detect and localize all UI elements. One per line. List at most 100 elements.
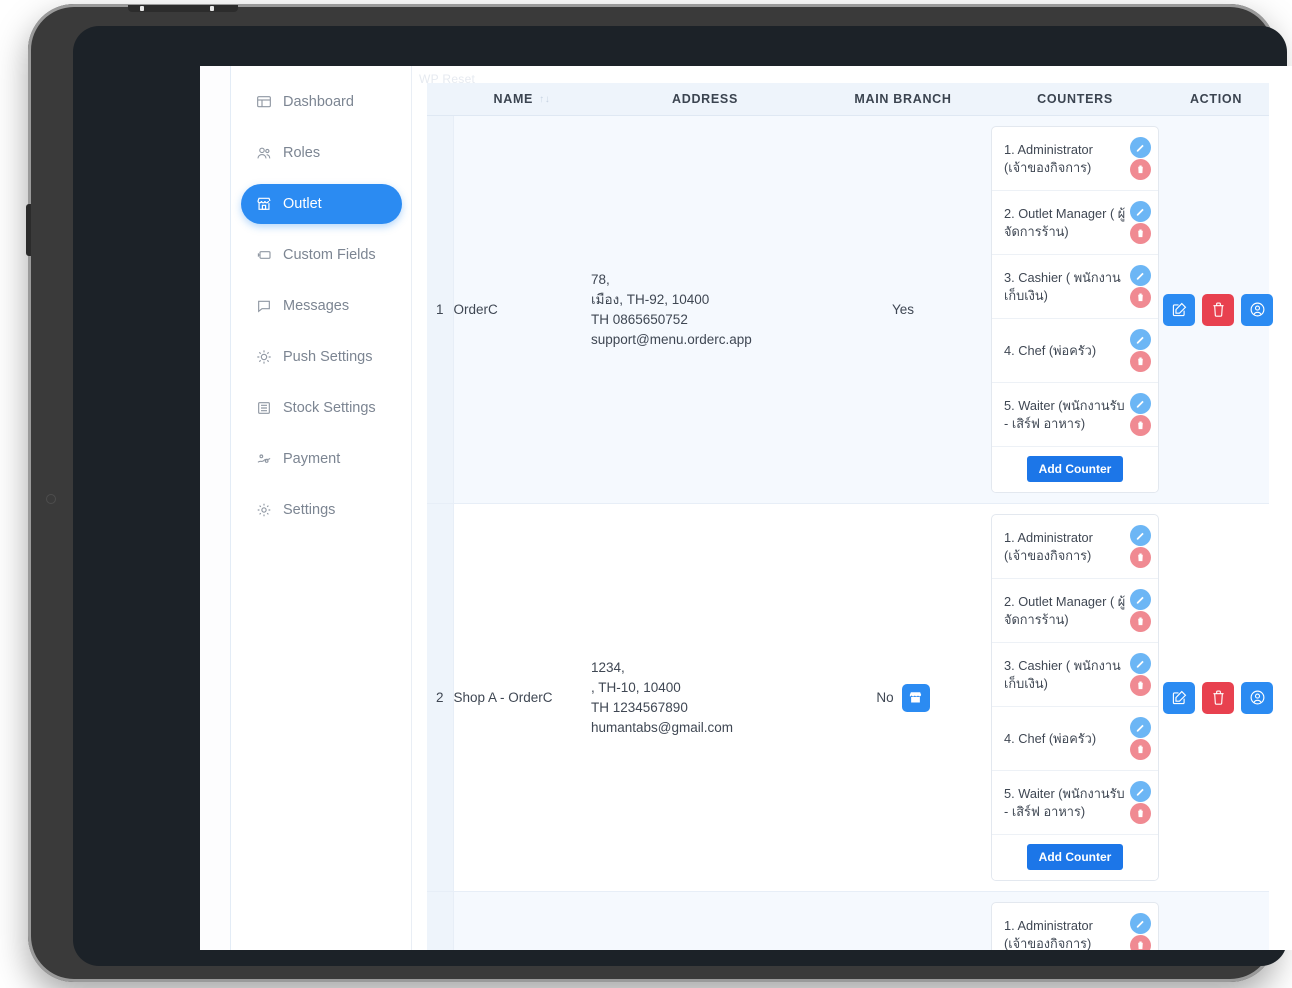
counter-edit-button[interactable] xyxy=(1130,653,1151,674)
counter-list-item: 1. Administrator (เจ้าของกิจการ) xyxy=(992,903,1158,950)
sort-icon[interactable]: ↑↓ xyxy=(539,94,550,105)
counter-edit-button[interactable] xyxy=(1130,781,1151,802)
dashboard-icon xyxy=(255,94,272,111)
address-line: , TH-10, 10400 xyxy=(591,679,681,695)
counter-delete-button[interactable] xyxy=(1130,675,1151,696)
gear-icon xyxy=(255,502,272,519)
delete-outlet-button[interactable] xyxy=(1202,293,1234,326)
delete-outlet-button[interactable] xyxy=(1202,681,1234,714)
row-index-cell xyxy=(427,891,454,950)
main-branch-inner: Yes xyxy=(892,302,914,317)
counter-list-item: 1. Administrator (เจ้าของกิจการ) xyxy=(992,515,1158,579)
counter-list-item: 1. Administrator (เจ้าของกิจการ) xyxy=(992,127,1158,191)
counter-action-group xyxy=(1130,201,1151,244)
custom-fields-icon xyxy=(255,247,272,264)
edit-outlet-button[interactable] xyxy=(1163,681,1195,714)
counter-edit-button[interactable] xyxy=(1130,525,1151,546)
action-button-group xyxy=(1163,681,1273,714)
add-counter-button[interactable]: Add Counter xyxy=(1026,456,1124,482)
counter-action-group xyxy=(1130,653,1151,696)
table-head: NAME ↑↓ ADDRESS MAIN BRANCH COUNTERS ACTI… xyxy=(427,83,1269,116)
counter-list-item: 5. Waiter (พนักงานรับ - เสิร์ฟ อาหาร) xyxy=(992,383,1158,447)
counter-label: 1. Administrator (เจ้าของกิจการ) xyxy=(1004,917,1093,951)
counters-box: 1. Administrator (เจ้าของกิจการ) 2. Outle… xyxy=(991,514,1159,881)
action-cell xyxy=(1163,115,1273,504)
add-counter-wrapper: Add Counter xyxy=(992,447,1158,492)
counter-delete-button[interactable] xyxy=(1130,547,1151,568)
table-body: 1 OrderC 78, เมือง, TH-92, 10400 TH 08656507… xyxy=(427,115,1273,950)
main-branch-cell: No xyxy=(819,503,987,892)
add-counter-button[interactable]: Add Counter xyxy=(1026,844,1124,870)
counter-edit-button[interactable] xyxy=(1130,329,1151,350)
address-line: TH 1234567890 xyxy=(591,699,688,715)
column-header-name[interactable]: NAME ↑↓ xyxy=(453,83,591,116)
counter-action-group xyxy=(1130,913,1151,950)
table-header-row: NAME ↑↓ ADDRESS MAIN BRANCH COUNTERS ACTI… xyxy=(427,83,1269,116)
counter-delete-button[interactable] xyxy=(1130,287,1151,308)
counter-edit-button[interactable] xyxy=(1130,589,1151,610)
counter-label: 1. Administrator (เจ้าของกิจการ) xyxy=(1004,141,1093,175)
tablet-home-indicator xyxy=(46,494,56,504)
notch-camera-dot xyxy=(210,6,214,11)
tablet-camera-notch xyxy=(128,5,238,12)
outlet-users-button[interactable] xyxy=(1241,293,1273,326)
add-counter-wrapper: Add Counter xyxy=(992,835,1158,880)
counter-label: 5. Waiter (พนักงานรับ - เสิร์ฟ อาหาร) xyxy=(1004,397,1125,431)
counter-label: 2. Outlet Manager ( ผู้จัดการร้าน) xyxy=(1004,593,1126,627)
address-line: เมือง, TH-92, 10400 xyxy=(591,291,710,307)
sidebar-item-outlet[interactable]: Outlet xyxy=(241,184,402,224)
outlet-address-cell xyxy=(591,891,819,950)
sidebar-item-push-settings[interactable]: Push Settings xyxy=(241,337,402,377)
users-icon xyxy=(255,145,272,162)
edit-outlet-button[interactable] xyxy=(1163,293,1195,326)
sidebar-item-label: Dashboard xyxy=(283,94,354,110)
main-branch-cell xyxy=(819,891,987,950)
sidebar-item-custom-fields[interactable]: Custom Fields xyxy=(241,235,402,275)
counter-delete-button[interactable] xyxy=(1130,611,1151,632)
counters-cell: 1. Administrator (เจ้าของกิจการ)2. Outle… xyxy=(987,891,1163,950)
counter-edit-button[interactable] xyxy=(1130,913,1151,934)
counter-delete-button[interactable] xyxy=(1130,159,1151,180)
column-header-name-label: NAME xyxy=(493,92,534,106)
counter-edit-button[interactable] xyxy=(1130,265,1151,286)
counter-delete-button[interactable] xyxy=(1130,351,1151,372)
store-icon xyxy=(255,196,272,213)
sidebar-item-messages[interactable]: Messages xyxy=(241,286,402,326)
set-main-branch-button[interactable] xyxy=(901,683,930,712)
sidebar-item-payment[interactable]: Payment xyxy=(241,439,402,479)
sidebar-item-label: Roles xyxy=(283,145,321,161)
counter-edit-button[interactable] xyxy=(1130,201,1151,222)
outlet-users-button[interactable] xyxy=(1241,681,1273,714)
sidebar-item-settings[interactable]: Settings xyxy=(241,490,402,530)
sidebar-item-stock-settings[interactable]: Stock Settings xyxy=(241,388,402,428)
message-icon xyxy=(255,298,272,315)
sidebar-item-dashboard[interactable]: Dashboard xyxy=(241,82,402,122)
sidebar-item-label: Payment xyxy=(283,451,341,467)
counter-edit-button[interactable] xyxy=(1130,393,1151,414)
counter-delete-button[interactable] xyxy=(1130,739,1151,760)
address-line: 78, xyxy=(591,271,610,287)
left-gutter-strip xyxy=(200,66,231,950)
table-row: 1 OrderC 78, เมือง, TH-92, 10400 TH 08656507… xyxy=(427,115,1273,504)
counters-cell: 1. Administrator (เจ้าของกิจการ) 2. Outle… xyxy=(987,503,1163,892)
counter-delete-button[interactable] xyxy=(1130,415,1151,436)
counter-edit-button[interactable] xyxy=(1130,137,1151,158)
action-button-group xyxy=(1163,293,1273,326)
table-row: 2 Shop A - OrderC 1234, , TH-10, 10400 TH 12… xyxy=(427,503,1273,892)
counter-action-group xyxy=(1130,137,1151,180)
address-line: humantabs@gmail.com xyxy=(591,719,734,735)
row-index-cell: 1 xyxy=(427,115,454,504)
outlet-table: NAME ↑↓ ADDRESS MAIN BRANCH COUNTERS ACTI… xyxy=(427,83,1273,950)
counter-label: 3. Cashier ( พนักงานเก็บเงิน) xyxy=(1004,269,1121,303)
sidebar-nav: Dashboard Roles Outlet Custom Fields Mes… xyxy=(232,66,412,950)
counter-edit-button[interactable] xyxy=(1130,717,1151,738)
sidebar-item-roles[interactable]: Roles xyxy=(241,133,402,173)
counter-action-group xyxy=(1130,525,1151,568)
sidebar-item-label: Stock Settings xyxy=(283,400,376,416)
counter-delete-button[interactable] xyxy=(1130,223,1151,244)
counter-delete-button[interactable] xyxy=(1130,803,1151,824)
counter-delete-button[interactable] xyxy=(1130,935,1151,950)
column-header-main-branch: MAIN BRANCH xyxy=(819,83,987,116)
counter-list-item: 2. Outlet Manager ( ผู้จัดการร้าน) xyxy=(992,579,1158,643)
column-header-counters: COUNTERS xyxy=(987,83,1163,116)
